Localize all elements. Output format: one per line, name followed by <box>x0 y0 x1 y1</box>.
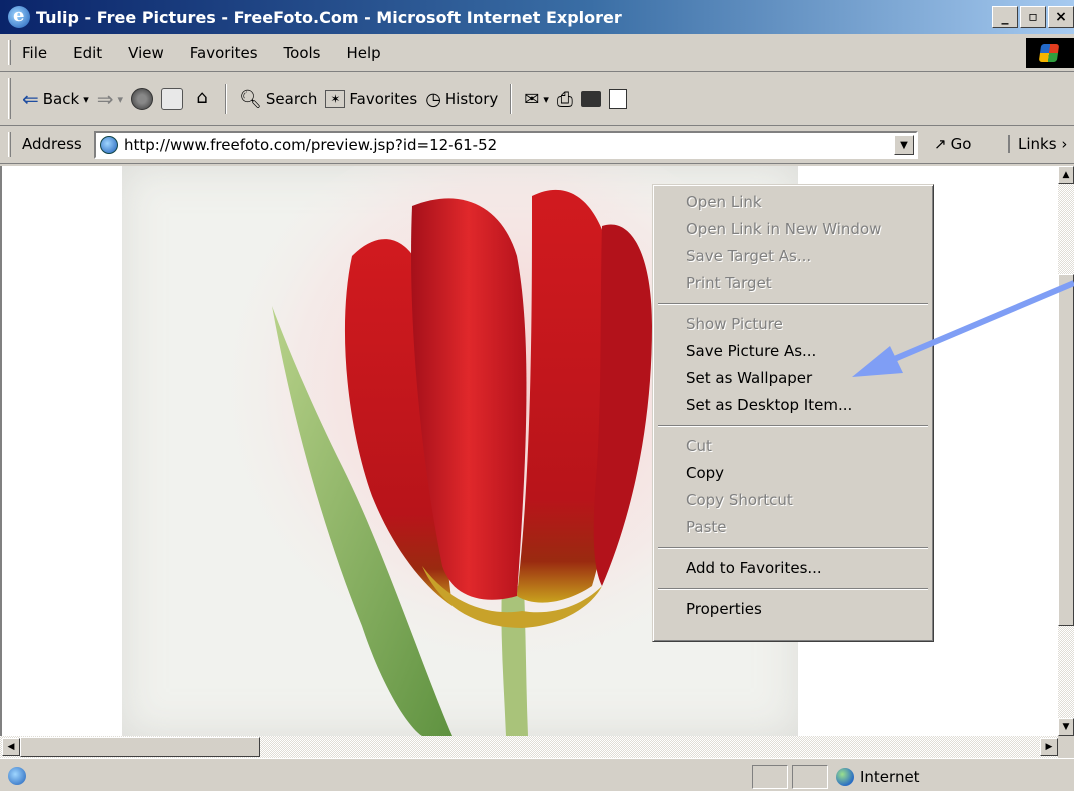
forward-button[interactable]: ⇒ ▾ <box>97 87 123 111</box>
mail-icon: ✉ <box>524 88 540 110</box>
mail-button[interactable]: ✉ ▾ <box>524 89 549 110</box>
favorites-label: Favorites <box>349 90 418 108</box>
edit-icon[interactable] <box>580 91 601 107</box>
context-item-show-picture: Show Picture <box>686 315 783 333</box>
vertical-scrollbar[interactable]: ▲ ▼ <box>1058 166 1074 736</box>
scroll-down-button[interactable]: ▼ <box>1058 718 1074 736</box>
context-item-print-target: Print Target <box>686 274 772 292</box>
search-button[interactable]: 🔍︎ Search <box>239 89 317 110</box>
menu-view[interactable]: View <box>128 44 164 62</box>
refresh-icon[interactable] <box>161 88 184 110</box>
back-arrow-icon: ⇐ <box>22 87 39 111</box>
chevron-down-icon[interactable]: ▾ <box>117 93 123 106</box>
toolbar-grip[interactable] <box>8 132 11 157</box>
scroll-left-button[interactable]: ◀ <box>2 738 20 756</box>
forward-arrow-icon: ⇒ <box>96 87 114 111</box>
page-icon <box>100 136 118 154</box>
star-icon: ✶ <box>325 90 346 108</box>
history-button[interactable]: ◷ History <box>425 89 498 110</box>
context-item-save-picture-as[interactable]: Save Picture As... <box>656 338 930 365</box>
toolbar-grip[interactable] <box>8 78 11 119</box>
address-bar: Address ▼ ↗ Go Links › <box>0 126 1074 164</box>
security-zone: Internet <box>836 765 920 789</box>
context-item-properties[interactable]: Properties <box>656 596 930 623</box>
window-title: Tulip - Free Pictures - FreeFoto.Com - M… <box>36 7 622 27</box>
print-icon[interactable]: ⎙ <box>557 87 573 111</box>
home-icon[interactable]: ⌂ <box>191 88 214 110</box>
status-pane <box>792 765 828 789</box>
horizontal-scrollbar[interactable]: ◀ ▶ <box>0 736 1058 758</box>
context-item-copy[interactable]: Copy <box>656 460 930 487</box>
standard-toolbar: ⇐ Back ▾ ⇒ ▾ ⌂ 🔍︎ Search ✶ Favorites ◷ H… <box>0 72 1074 126</box>
context-item-copy-shortcut: Copy Shortcut <box>686 491 793 509</box>
context-item-save-target-as: Save Target As... <box>686 247 812 265</box>
menu-favorites[interactable]: Favorites <box>190 44 258 62</box>
close-button[interactable]: × <box>1048 6 1074 28</box>
scroll-right-button[interactable]: ▶ <box>1040 738 1058 756</box>
context-menu: Open Link Open Link in New Window Save Tar… <box>652 184 934 642</box>
go-label: Go <box>950 135 972 153</box>
menu-file[interactable]: File <box>22 44 47 62</box>
status-pane <box>752 765 788 789</box>
context-item-paste: Paste <box>686 518 727 536</box>
globe-icon <box>836 768 854 786</box>
context-item-add-to-favorites[interactable]: Add to Favorites... <box>656 555 930 582</box>
context-item-set-as-desktop-item[interactable]: Set as Desktop Item... <box>656 392 930 419</box>
toolbar-separator <box>510 84 513 114</box>
context-item-set-as-wallpaper[interactable]: Set as Wallpaper <box>656 365 930 392</box>
windows-logo-icon <box>1026 38 1074 68</box>
context-item-open-link: Open Link <box>686 193 762 211</box>
page-status-icon <box>8 767 26 785</box>
minimize-button[interactable]: _ <box>992 6 1018 28</box>
menu-separator <box>658 425 928 427</box>
search-label: Search <box>265 90 318 108</box>
scrollbar-corner <box>1058 736 1074 758</box>
status-bar: Internet <box>0 758 1074 791</box>
menu-tools[interactable]: Tools <box>284 44 321 62</box>
window-controls: _ ▫ × <box>992 6 1074 28</box>
menu-edit[interactable]: Edit <box>73 44 102 62</box>
address-input[interactable] <box>124 136 884 154</box>
chevron-right-icon: › <box>1061 135 1068 153</box>
history-icon: ◷ <box>425 88 441 110</box>
scroll-up-button[interactable]: ▲ <box>1058 166 1074 184</box>
address-dropdown-button[interactable]: ▼ <box>894 135 914 155</box>
back-label: Back <box>42 90 80 108</box>
go-arrow-icon: ↗ <box>934 135 947 153</box>
menu-separator <box>658 303 928 305</box>
context-item-cut: Cut <box>686 437 712 455</box>
stop-icon[interactable] <box>131 88 154 110</box>
discuss-icon[interactable] <box>608 89 627 109</box>
context-item-open-link-in-new-window: Open Link in New Window <box>686 220 882 238</box>
history-label: History <box>444 90 499 108</box>
address-field[interactable] <box>94 131 918 159</box>
back-button[interactable]: ⇐ Back ▾ <box>22 87 89 111</box>
address-label: Address <box>22 135 82 153</box>
links-button[interactable]: Links › <box>1008 135 1067 153</box>
search-icon: 🔍︎ <box>239 88 262 110</box>
go-button[interactable]: ↗ Go <box>934 135 971 153</box>
menu-help[interactable]: Help <box>347 44 381 62</box>
menu-bar: File Edit View Favorites Tools Help <box>0 34 1074 72</box>
maximize-button[interactable]: ▫ <box>1020 6 1046 28</box>
chevron-down-icon[interactable]: ▾ <box>543 93 549 106</box>
toolbar-grip[interactable] <box>8 40 11 65</box>
menu-separator <box>658 588 928 590</box>
title-bar: Tulip - Free Pictures - FreeFoto.Com - M… <box>0 0 1074 34</box>
horizontal-scroll-thumb[interactable] <box>20 737 260 757</box>
chevron-down-icon[interactable]: ▾ <box>83 93 89 106</box>
ie-logo-icon <box>8 5 30 28</box>
zone-label: Internet <box>860 768 920 786</box>
menu-separator <box>658 547 928 549</box>
vertical-scroll-thumb[interactable] <box>1058 274 1074 626</box>
favorites-button[interactable]: ✶ Favorites <box>325 90 417 108</box>
links-label: Links <box>1018 135 1057 153</box>
toolbar-separator <box>225 84 228 114</box>
